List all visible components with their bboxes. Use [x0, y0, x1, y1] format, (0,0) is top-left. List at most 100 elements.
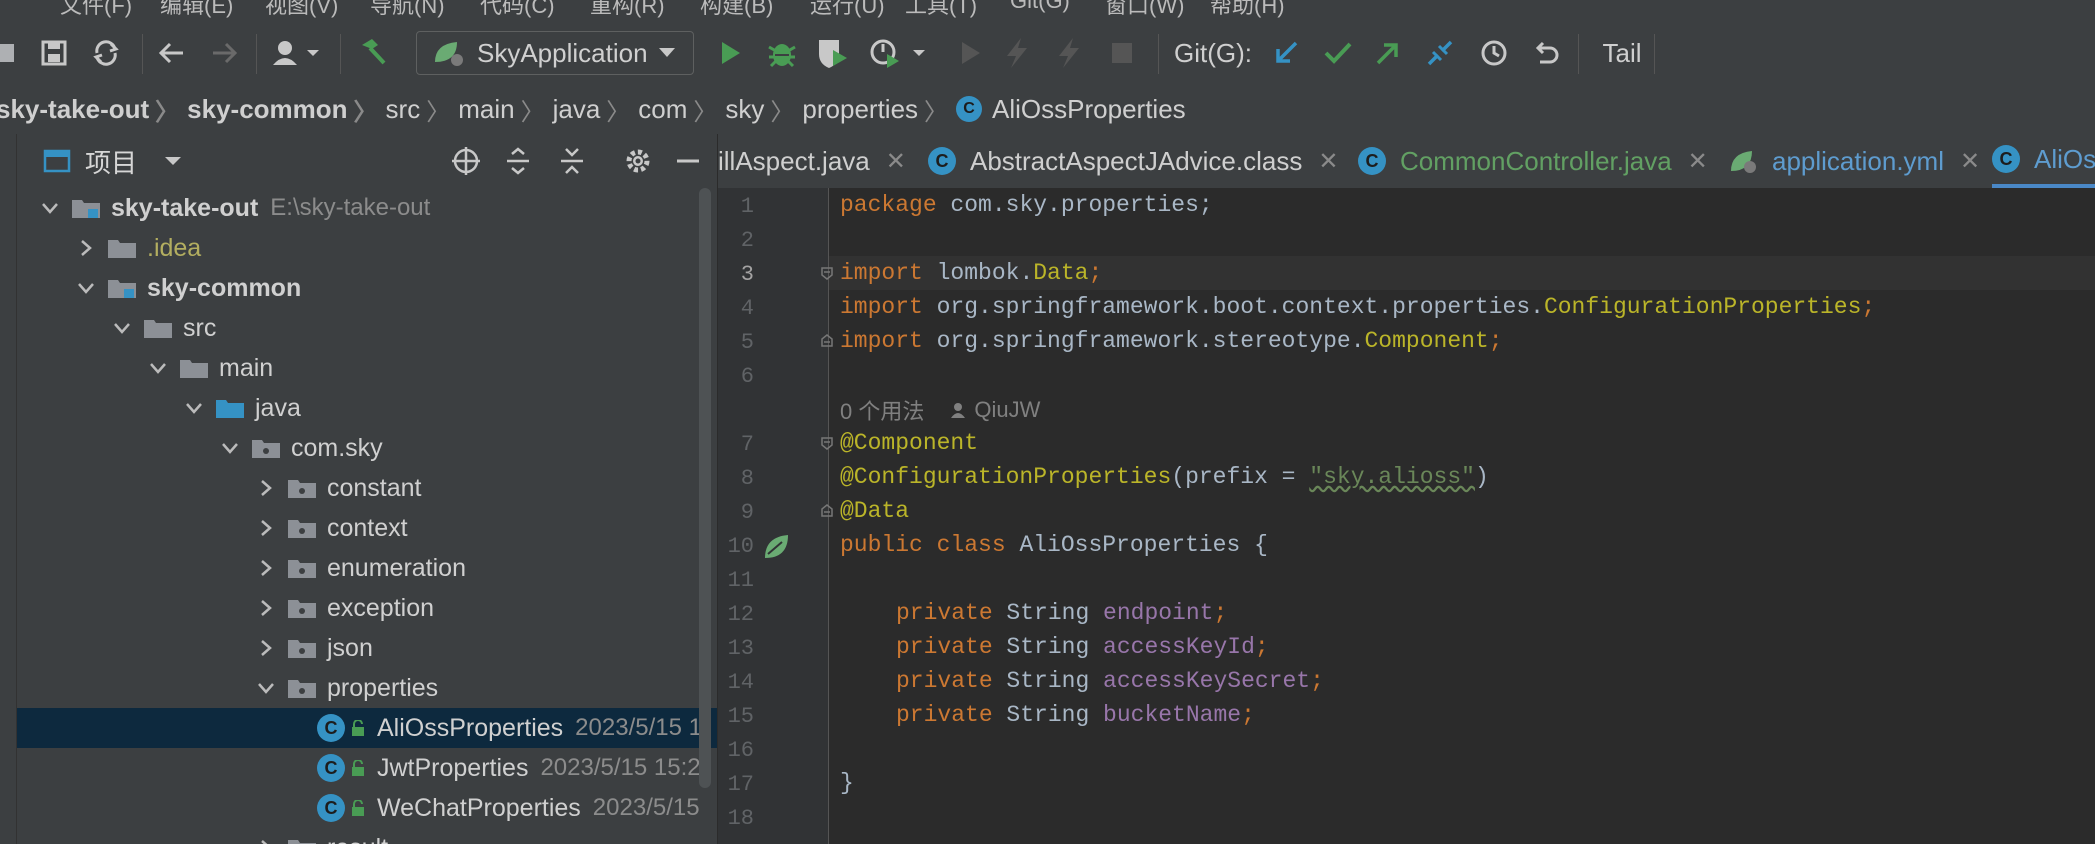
code-line[interactable]: @Component — [840, 426, 978, 460]
tree-item-idea[interactable]: .idea — [17, 228, 717, 268]
chevron-down-icon[interactable] — [257, 679, 275, 697]
menu-navigate[interactable]: 导航(N) — [370, 0, 445, 20]
breadcrumb-item[interactable]: com 〉 — [638, 92, 725, 127]
tree-item-properties[interactable]: properties — [17, 668, 717, 708]
tab-aliossproperties[interactable]: C AliOs — [1992, 134, 2095, 188]
tail-button[interactable]: Tail — [1592, 32, 1652, 74]
menu-run[interactable]: 运行(U) — [810, 0, 885, 20]
tree-item-json[interactable]: json — [17, 628, 717, 668]
breadcrumb-item[interactable]: properties 〉 — [802, 92, 956, 127]
stop-icon[interactable] — [1106, 32, 1138, 74]
spring-bean-gutter-icon[interactable] — [762, 532, 792, 562]
collapse-all-icon[interactable] — [555, 144, 589, 178]
git-merge-icon[interactable] — [1422, 32, 1458, 74]
tab-application-yml[interactable]: application.yml ✕ — [1728, 134, 1980, 188]
tree-item-constant[interactable]: constant — [17, 468, 717, 508]
user-dropdown-icon[interactable] — [270, 32, 326, 74]
code-line[interactable]: import org.springframework.stereotype.Co… — [840, 324, 1503, 358]
close-icon[interactable]: ✕ — [1688, 147, 1708, 176]
menu-refactor[interactable]: 重构(R) — [590, 0, 665, 20]
fold-icon[interactable] — [820, 266, 834, 280]
sync-icon[interactable] — [88, 32, 124, 74]
forward-arrow-icon[interactable] — [206, 32, 242, 74]
breadcrumb-item[interactable]: src 〉 — [386, 92, 459, 127]
menu-code[interactable]: 代码(C) — [480, 0, 555, 20]
git-update-icon[interactable] — [1268, 32, 1304, 74]
menu-tools[interactable]: 工具(T) — [905, 0, 977, 20]
code-line[interactable]: } — [840, 766, 854, 800]
breadcrumb-item[interactable]: sky-take-out 〉 — [0, 92, 187, 127]
tree-item-result[interactable]: result — [17, 828, 717, 844]
hide-minus-icon[interactable] — [671, 144, 705, 178]
lightning-alt-icon[interactable] — [1050, 32, 1086, 74]
fold-icon[interactable] — [820, 334, 834, 348]
tree-item-context[interactable]: context — [17, 508, 717, 548]
locate-target-icon[interactable] — [449, 144, 483, 178]
tool-window-strip[interactable] — [0, 134, 17, 844]
menu-build[interactable]: 构建(B) — [700, 0, 773, 20]
settings-gear-icon[interactable] — [621, 144, 655, 178]
debug-bug-icon[interactable] — [762, 32, 802, 74]
code-line[interactable]: package com.sky.properties; — [840, 188, 1213, 222]
fold-icon[interactable] — [820, 436, 834, 450]
rollback-icon[interactable] — [1528, 32, 1564, 74]
tree-item-sky-common[interactable]: sky-common — [17, 268, 717, 308]
code-line[interactable]: private String accessKeyId; — [896, 630, 1269, 664]
tab-fillaspect[interactable]: illAspect.java ✕ — [718, 134, 906, 188]
tree-item-enumeration[interactable]: enumeration — [17, 548, 717, 588]
menu-help[interactable]: 帮助(H) — [1210, 0, 1285, 20]
code-line[interactable]: private String accessKeySecret; — [896, 664, 1324, 698]
close-icon[interactable]: ✕ — [1960, 147, 1980, 176]
chevron-right-icon[interactable] — [257, 559, 275, 577]
tree-item-wechat-properties[interactable]: C WeChatProperties 2023/5/15 — [17, 788, 717, 828]
profiler-dropdown-icon[interactable] — [866, 32, 932, 74]
breadcrumb-item-current[interactable]: C AliOssProperties — [956, 94, 1186, 125]
menu-view[interactable]: 视图(V) — [265, 0, 338, 20]
close-icon[interactable]: ✕ — [1318, 147, 1338, 176]
menu-edit[interactable]: 编辑(E) — [160, 0, 233, 20]
lightning-icon[interactable] — [998, 32, 1034, 74]
open-folder-icon[interactable] — [0, 32, 16, 74]
chevron-right-icon[interactable] — [257, 519, 275, 537]
chevron-down-icon[interactable] — [221, 439, 239, 457]
editor-gutter[interactable]: 1 2 3 4 5 6 7 8 9 10 11 12 13 14 15 16 1… — [718, 188, 833, 844]
git-commit-check-icon[interactable] — [1320, 32, 1356, 74]
tree-item-root[interactable]: sky-take-out E:\sky-take-out — [17, 188, 717, 228]
expand-all-icon[interactable] — [501, 144, 535, 178]
breadcrumb-item[interactable]: sky-common 〉 — [187, 92, 385, 127]
project-scrollbar[interactable] — [699, 188, 711, 788]
code-line[interactable]: @ConfigurationProperties(prefix = "sky.a… — [840, 460, 1489, 494]
chevron-right-icon[interactable] — [77, 239, 95, 257]
tree-item-src[interactable]: src — [17, 308, 717, 348]
run-icon[interactable] — [712, 32, 748, 74]
tab-abstractaspectjadvice[interactable]: C AbstractAspectJAdvice.class ✕ — [928, 134, 1338, 188]
git-push-icon[interactable] — [1370, 32, 1406, 74]
code-line[interactable]: private String bucketName; — [896, 698, 1255, 732]
build-hammer-icon[interactable] — [352, 32, 392, 74]
breadcrumb-item[interactable]: java 〉 — [553, 92, 639, 127]
breadcrumb-item[interactable]: sky 〉 — [725, 92, 802, 127]
tree-item-jwt-properties[interactable]: C JwtProperties 2023/5/15 15:2 — [17, 748, 717, 788]
menu-file[interactable]: 文件(F) — [60, 0, 132, 20]
code-line[interactable]: import org.springframework.boot.context.… — [840, 290, 1875, 324]
chevron-right-icon[interactable] — [257, 599, 275, 617]
tree-item-com-sky[interactable]: com.sky — [17, 428, 717, 468]
code-editor[interactable]: 1 2 3 4 5 6 7 8 9 10 11 12 13 14 15 16 1… — [718, 188, 2095, 844]
tree-item-alioss-properties[interactable]: C AliOssProperties 2023/5/15 1 — [17, 708, 717, 748]
coverage-shield-icon[interactable] — [812, 32, 852, 74]
tab-commoncontroller[interactable]: C CommonController.java ✕ — [1358, 134, 1708, 188]
chevron-down-icon[interactable] — [163, 155, 183, 167]
chevron-down-icon[interactable] — [77, 279, 95, 297]
chevron-right-icon[interactable] — [257, 479, 275, 497]
tree-item-main[interactable]: main — [17, 348, 717, 388]
chevron-right-icon[interactable] — [257, 839, 275, 844]
menu-window[interactable]: 窗口(W) — [1105, 0, 1184, 20]
close-icon[interactable]: ✕ — [886, 147, 906, 176]
code-line[interactable]: public class AliOssProperties { — [840, 528, 1268, 562]
chevron-down-icon[interactable] — [185, 399, 203, 417]
menu-git[interactable]: Git(G) — [1010, 0, 1070, 14]
save-all-icon[interactable] — [36, 32, 72, 74]
run-config-dropdown[interactable]: SkyApplication — [416, 31, 694, 75]
tree-item-exception[interactable]: exception — [17, 588, 717, 628]
chevron-down-icon[interactable] — [113, 319, 131, 337]
